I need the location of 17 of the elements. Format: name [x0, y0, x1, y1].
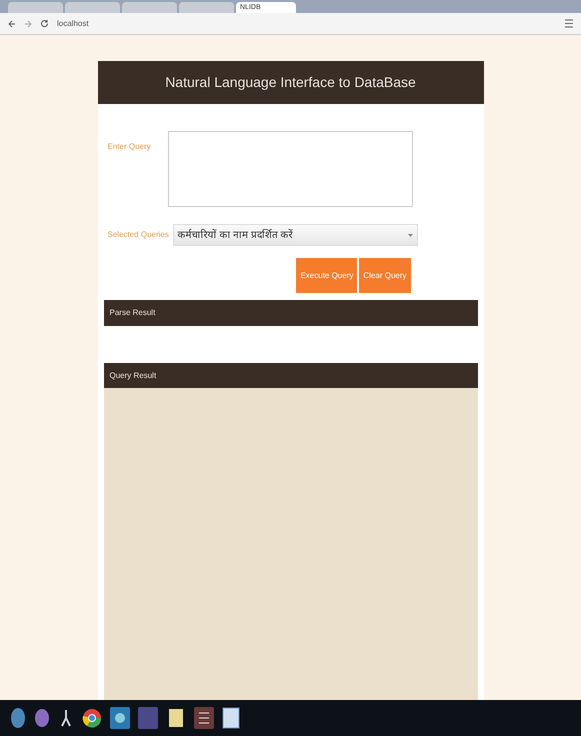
query-input[interactable] — [168, 131, 412, 207]
selected-queries-label: Selected Queries — [108, 229, 170, 241]
document-icon[interactable] — [222, 707, 240, 729]
app-icon[interactable] — [194, 707, 214, 729]
back-icon[interactable] — [8, 20, 16, 28]
menu-icon[interactable] — [565, 19, 573, 28]
dropdown-icon — [408, 232, 412, 238]
query-result-header: Query Result — [104, 363, 478, 388]
page-title: Natural Language Interface to DataBase — [98, 61, 484, 104]
query-select[interactable]: कर्मचारियों का नाम प्रदर्शित करें — [172, 224, 418, 246]
folder-icon[interactable] — [166, 707, 186, 729]
parse-result-header: Parse Result — [104, 300, 478, 326]
reload-icon[interactable] — [40, 19, 49, 28]
query-label: Enter Query — [108, 141, 152, 153]
start-orb-icon[interactable] — [10, 707, 26, 729]
browser-icon[interactable] — [82, 708, 102, 728]
url-text[interactable]: localhost — [57, 18, 557, 30]
